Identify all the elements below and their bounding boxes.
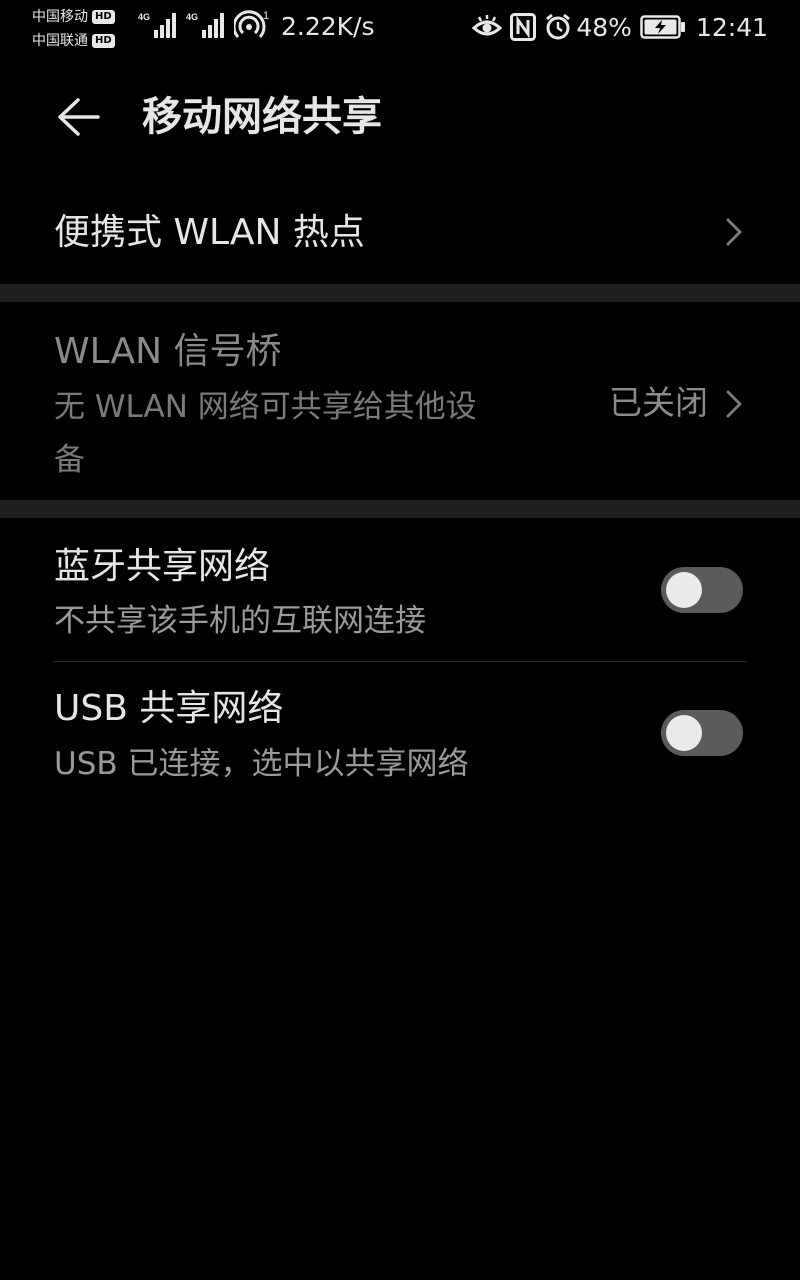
network-type-label: 4G xyxy=(138,12,150,22)
hotspot-count: 1 xyxy=(263,10,269,22)
toggle-knob xyxy=(666,715,702,751)
battery-charging-icon xyxy=(640,15,686,39)
chevron-right-icon xyxy=(724,388,744,420)
toggle-knob xyxy=(666,572,702,608)
status-icons: 48% 12:41 xyxy=(464,8,768,46)
app-header: 移动网络共享 xyxy=(0,72,800,162)
network-type-label: 4G xyxy=(186,12,198,22)
usb-tethering-item[interactable]: USB 共享网络 USB 已连接，选中以共享网络 xyxy=(0,662,800,802)
signal-icon: 4G xyxy=(138,10,180,44)
usb-tethering-title: USB 共享网络 xyxy=(54,688,284,729)
wlan-bridge-title: WLAN 信号桥 xyxy=(54,331,282,372)
bluetooth-tethering-subtitle: 不共享该手机的互联网连接 xyxy=(54,603,426,639)
bluetooth-tethering-title: 蓝牙共享网络 xyxy=(54,546,271,587)
usb-tethering-toggle[interactable] xyxy=(661,710,743,756)
eye-comfort-icon xyxy=(472,14,503,40)
carrier-1-name: 中国移动 xyxy=(32,9,88,25)
wlan-bridge-status: 已关闭 xyxy=(609,383,708,422)
carrier-2-name: 中国联通 xyxy=(32,33,88,49)
wlan-bridge-item[interactable]: WLAN 信号桥 无 WLAN 网络可共享给其他设 备 已关闭 xyxy=(0,302,800,500)
section-divider xyxy=(0,284,800,302)
signal-icon: 4G xyxy=(186,10,228,44)
section-divider xyxy=(0,500,800,518)
bluetooth-tethering-toggle[interactable] xyxy=(661,567,743,613)
alarm-icon xyxy=(544,13,572,41)
carrier-info: 中国移动 HD 中国联通 HD xyxy=(32,5,115,53)
status-bar: 中国移动 HD 中国联通 HD 4G 4G 1 2.22K/s 48% 12:4… xyxy=(0,0,800,56)
page-title: 移动网络共享 xyxy=(142,94,382,140)
battery-percent: 48% xyxy=(576,12,632,42)
bluetooth-tethering-item[interactable]: 蓝牙共享网络 不共享该手机的互联网连接 xyxy=(0,518,800,661)
hotspot-icon: 1 xyxy=(232,8,274,44)
hotspot-settings-item[interactable]: 便携式 WLAN 热点 xyxy=(0,180,800,284)
clock-time: 12:41 xyxy=(695,12,768,42)
chevron-right-icon xyxy=(724,216,744,248)
hd-badge: HD xyxy=(92,34,115,48)
wlan-bridge-subtitle: 无 WLAN 网络可共享给其他设 xyxy=(54,389,477,425)
hotspot-title: 便携式 WLAN 热点 xyxy=(54,212,365,253)
arrow-left-icon[interactable] xyxy=(56,96,102,138)
usb-tethering-subtitle: USB 已连接，选中以共享网络 xyxy=(54,746,469,782)
network-speed: 2.22K/s xyxy=(281,12,375,41)
hd-badge: HD xyxy=(92,10,115,24)
wlan-bridge-subtitle-continued: 备 xyxy=(54,442,85,478)
nfc-icon xyxy=(510,13,537,41)
